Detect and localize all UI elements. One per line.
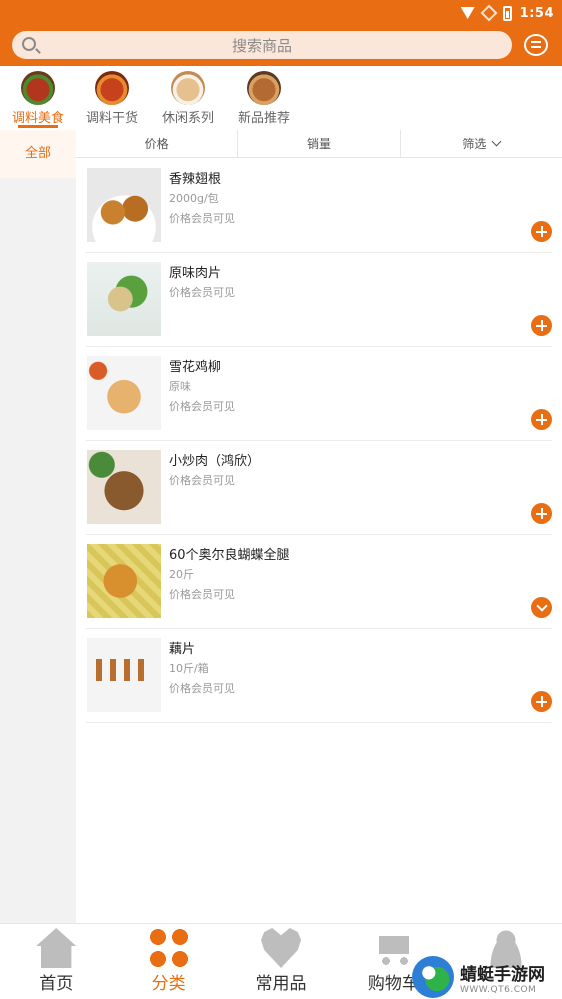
app-screen: 1:54 搜索商品 调料美食 调料干货 休闲系列 新品推荐 全部 价格 销量 筛… xyxy=(0,0,562,999)
site-watermark: 蜻蜓手游网 WWW.QT6.COM xyxy=(412,955,562,999)
product-name: 雪花鸡柳 xyxy=(169,360,222,375)
category-label: 调料美食 xyxy=(11,111,64,126)
category-tabs: 调料美食 调料干货 休闲系列 新品推荐 xyxy=(0,66,562,130)
category-label: 调料干货 xyxy=(85,111,138,126)
product-price: 价格会员可见 xyxy=(169,682,235,695)
no-signal-icon xyxy=(480,4,498,22)
chevron-down-icon xyxy=(491,136,502,147)
status-time: 1:54 xyxy=(519,5,554,21)
home-icon xyxy=(36,928,77,968)
product-name: 藕片 xyxy=(169,642,196,657)
product-price: 价格会员可见 xyxy=(169,286,235,299)
product-price: 价格会员可见 xyxy=(169,400,235,413)
add-to-cart-button[interactable] xyxy=(531,503,552,524)
product-image xyxy=(87,356,161,430)
active-tab-indicator xyxy=(18,125,58,128)
nav-label: 首页 xyxy=(39,974,74,994)
product-spec: 10斤/箱 xyxy=(169,662,209,675)
product-name: 小炒肉（鸿欣） xyxy=(169,454,261,469)
header: 1:54 搜索商品 xyxy=(0,0,562,66)
add-to-cart-button[interactable] xyxy=(531,409,552,430)
sort-by-sales[interactable]: 销量 xyxy=(238,130,401,157)
watermark-site: WWW.QT6.COM xyxy=(460,984,537,995)
nav-label: 常用品 xyxy=(255,974,307,994)
product-name: 原味肉片 xyxy=(169,266,222,281)
add-to-cart-button[interactable] xyxy=(531,691,552,712)
category-thumb-image xyxy=(247,71,281,105)
status-bar: 1:54 xyxy=(460,4,554,22)
sidebar: 全部 xyxy=(0,130,76,923)
product-spec: 20斤 xyxy=(169,568,194,581)
product-item[interactable]: 原味肉片 价格会员可见 xyxy=(86,253,552,347)
category-label: 新品推荐 xyxy=(237,111,290,126)
product-price: 价格会员可见 xyxy=(169,474,235,487)
product-image xyxy=(87,168,161,242)
add-to-cart-button[interactable] xyxy=(531,221,552,242)
product-item[interactable]: 60个奥尔良蝴蝶全腿 20斤 价格会员可见 xyxy=(86,535,552,629)
category-tab-2[interactable]: 调料干货 xyxy=(74,68,150,130)
category-thumb-image xyxy=(21,71,55,105)
grid-icon xyxy=(148,928,189,968)
sort-bar: 价格 销量 筛选 xyxy=(76,130,562,158)
product-item[interactable]: 香辣翅根 2000g/包 价格会员可见 xyxy=(86,159,552,253)
category-tab-3[interactable]: 休闲系列 xyxy=(150,68,226,130)
category-thumb-image xyxy=(95,71,129,105)
product-item[interactable]: 小炒肉（鸿欣） 价格会员可见 xyxy=(86,441,552,535)
product-spec: 原味 xyxy=(169,380,191,393)
watermark-text: 蜻蜓手游网 WWW.QT6.COM xyxy=(460,960,545,995)
add-to-cart-button[interactable] xyxy=(531,315,552,336)
product-item[interactable]: 雪花鸡柳 原味 价格会员可见 xyxy=(86,347,552,441)
category-thumb-image xyxy=(171,71,205,105)
search-placeholder: 搜索商品 xyxy=(231,37,292,55)
product-name: 60个奥尔良蝴蝶全腿 xyxy=(169,548,290,563)
filter-label: 筛选 xyxy=(462,137,487,151)
product-price: 价格会员可见 xyxy=(169,212,235,225)
product-image xyxy=(87,450,161,524)
filter-button[interactable]: 筛选 xyxy=(401,130,562,157)
sort-by-price[interactable]: 价格 xyxy=(76,130,239,157)
category-label: 休闲系列 xyxy=(161,111,214,126)
product-item[interactable]: 藕片 10斤/箱 价格会员可见 xyxy=(86,629,552,723)
message-icon[interactable] xyxy=(524,34,548,56)
heart-icon xyxy=(261,928,302,968)
expand-variants-button[interactable] xyxy=(531,597,552,618)
nav-category[interactable]: 分类 xyxy=(112,924,224,999)
nav-label: 分类 xyxy=(151,974,186,994)
wifi-icon xyxy=(460,7,475,19)
category-tab-4[interactable]: 新品推荐 xyxy=(226,68,302,130)
cart-icon xyxy=(373,928,414,968)
product-image xyxy=(87,262,161,336)
product-image xyxy=(87,638,161,712)
category-tab-1[interactable]: 调料美食 xyxy=(0,68,76,130)
nav-home[interactable]: 首页 xyxy=(0,924,112,999)
nav-favorites[interactable]: 常用品 xyxy=(225,924,337,999)
sidebar-item-all[interactable]: 全部 xyxy=(0,130,76,178)
product-list: 香辣翅根 2000g/包 价格会员可见 原味肉片 价格会员可见 雪花鸡柳 原味 … xyxy=(76,159,562,723)
product-image xyxy=(87,544,161,618)
watermark-title: 蜻蜓手游网 xyxy=(460,964,545,985)
battery-icon xyxy=(502,5,512,21)
product-price: 价格会员可见 xyxy=(169,588,235,601)
search-input[interactable]: 搜索商品 xyxy=(12,31,512,59)
watermark-logo xyxy=(412,956,454,998)
product-spec: 2000g/包 xyxy=(169,192,219,205)
product-name: 香辣翅根 xyxy=(169,172,222,187)
